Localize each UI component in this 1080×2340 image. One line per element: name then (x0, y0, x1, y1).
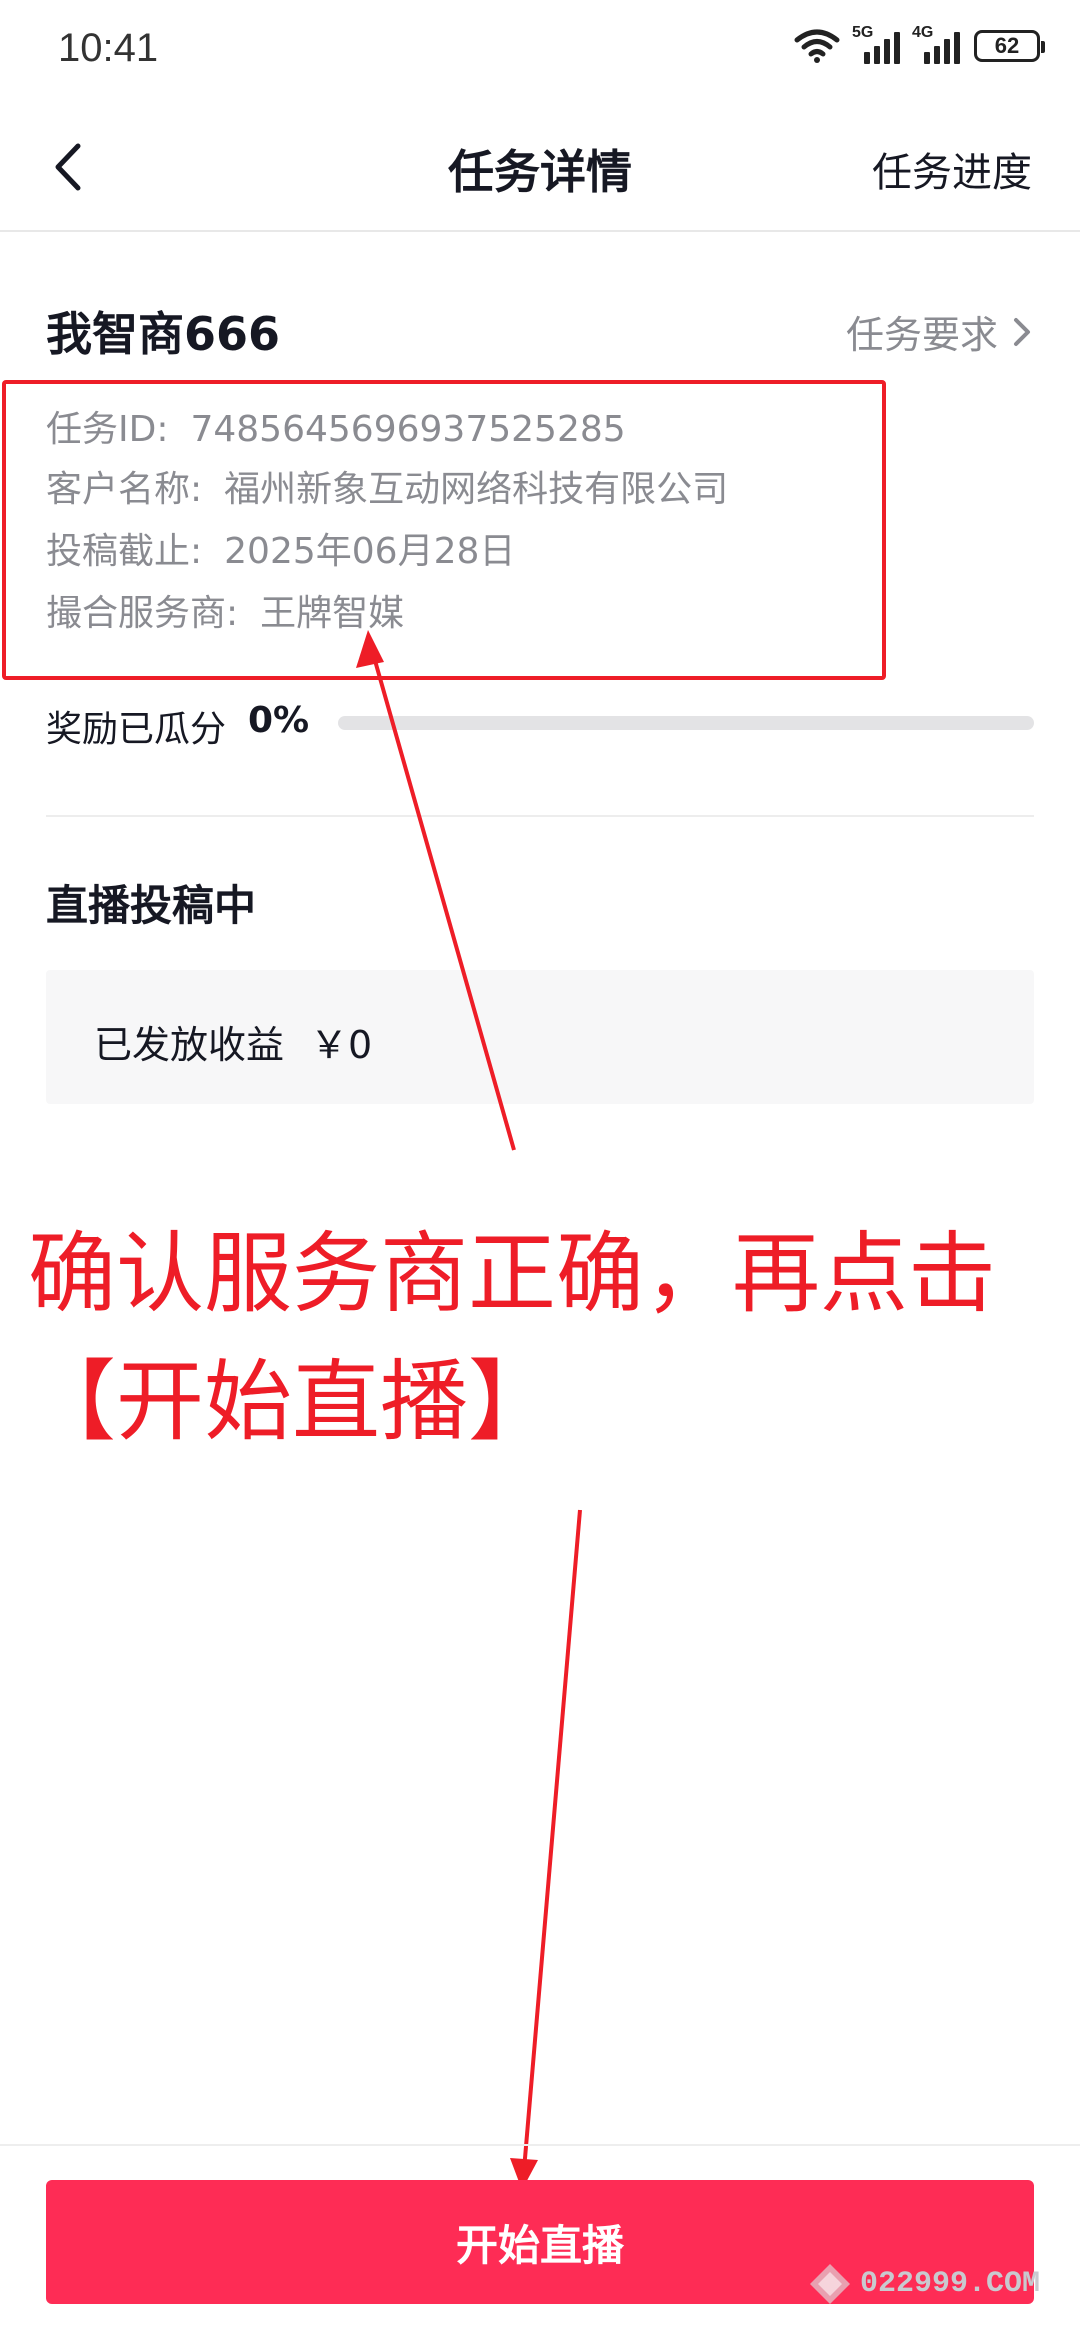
status-time: 10:41 (58, 26, 159, 70)
annotation-highlight-box (2, 380, 886, 680)
task-requirements-label: 任务要求 (845, 313, 998, 357)
section-title: 直播投稿中 (46, 881, 257, 930)
income-row: 已发放收益 ￥0 (94, 1014, 372, 1069)
chevron-right-icon (1014, 317, 1030, 346)
reward-percent: 0% (248, 700, 310, 741)
section-divider (46, 815, 1034, 817)
annotation-text: 确认服务商正确，再点击【开始直播】 (28, 1222, 997, 1453)
wifi-icon (794, 29, 840, 63)
reward-label: 奖励已瓜分 (46, 709, 227, 750)
annotation-arrow-down (522, 1509, 582, 2171)
network-label-5g: 5G (852, 24, 874, 41)
watermark-text: 022999.COM (859, 2267, 1040, 2301)
income-label: 已发放收益 (94, 1023, 285, 1067)
battery-icon: 62 (974, 30, 1045, 62)
reward-progress-bar (338, 716, 1034, 730)
signal-4g-icon: 4G (912, 24, 960, 64)
network-label-4g: 4G (912, 24, 934, 41)
income-value: ￥0 (310, 1023, 373, 1067)
task-requirements-link[interactable]: 任务要求 (846, 304, 1032, 359)
battery-level: 62 (994, 33, 1020, 58)
signal-5g-icon: 5G (852, 24, 900, 64)
task-name: 我智商666 (46, 307, 281, 361)
watermark: 022999.COM (808, 2262, 1040, 2306)
status-icons: 5G 4G 62 (794, 24, 1045, 64)
bottom-divider (0, 2144, 1080, 2146)
header-divider (0, 230, 1080, 232)
task-progress-link[interactable]: 任务进度 (872, 140, 1032, 198)
watermark-logo-icon (809, 2264, 850, 2304)
